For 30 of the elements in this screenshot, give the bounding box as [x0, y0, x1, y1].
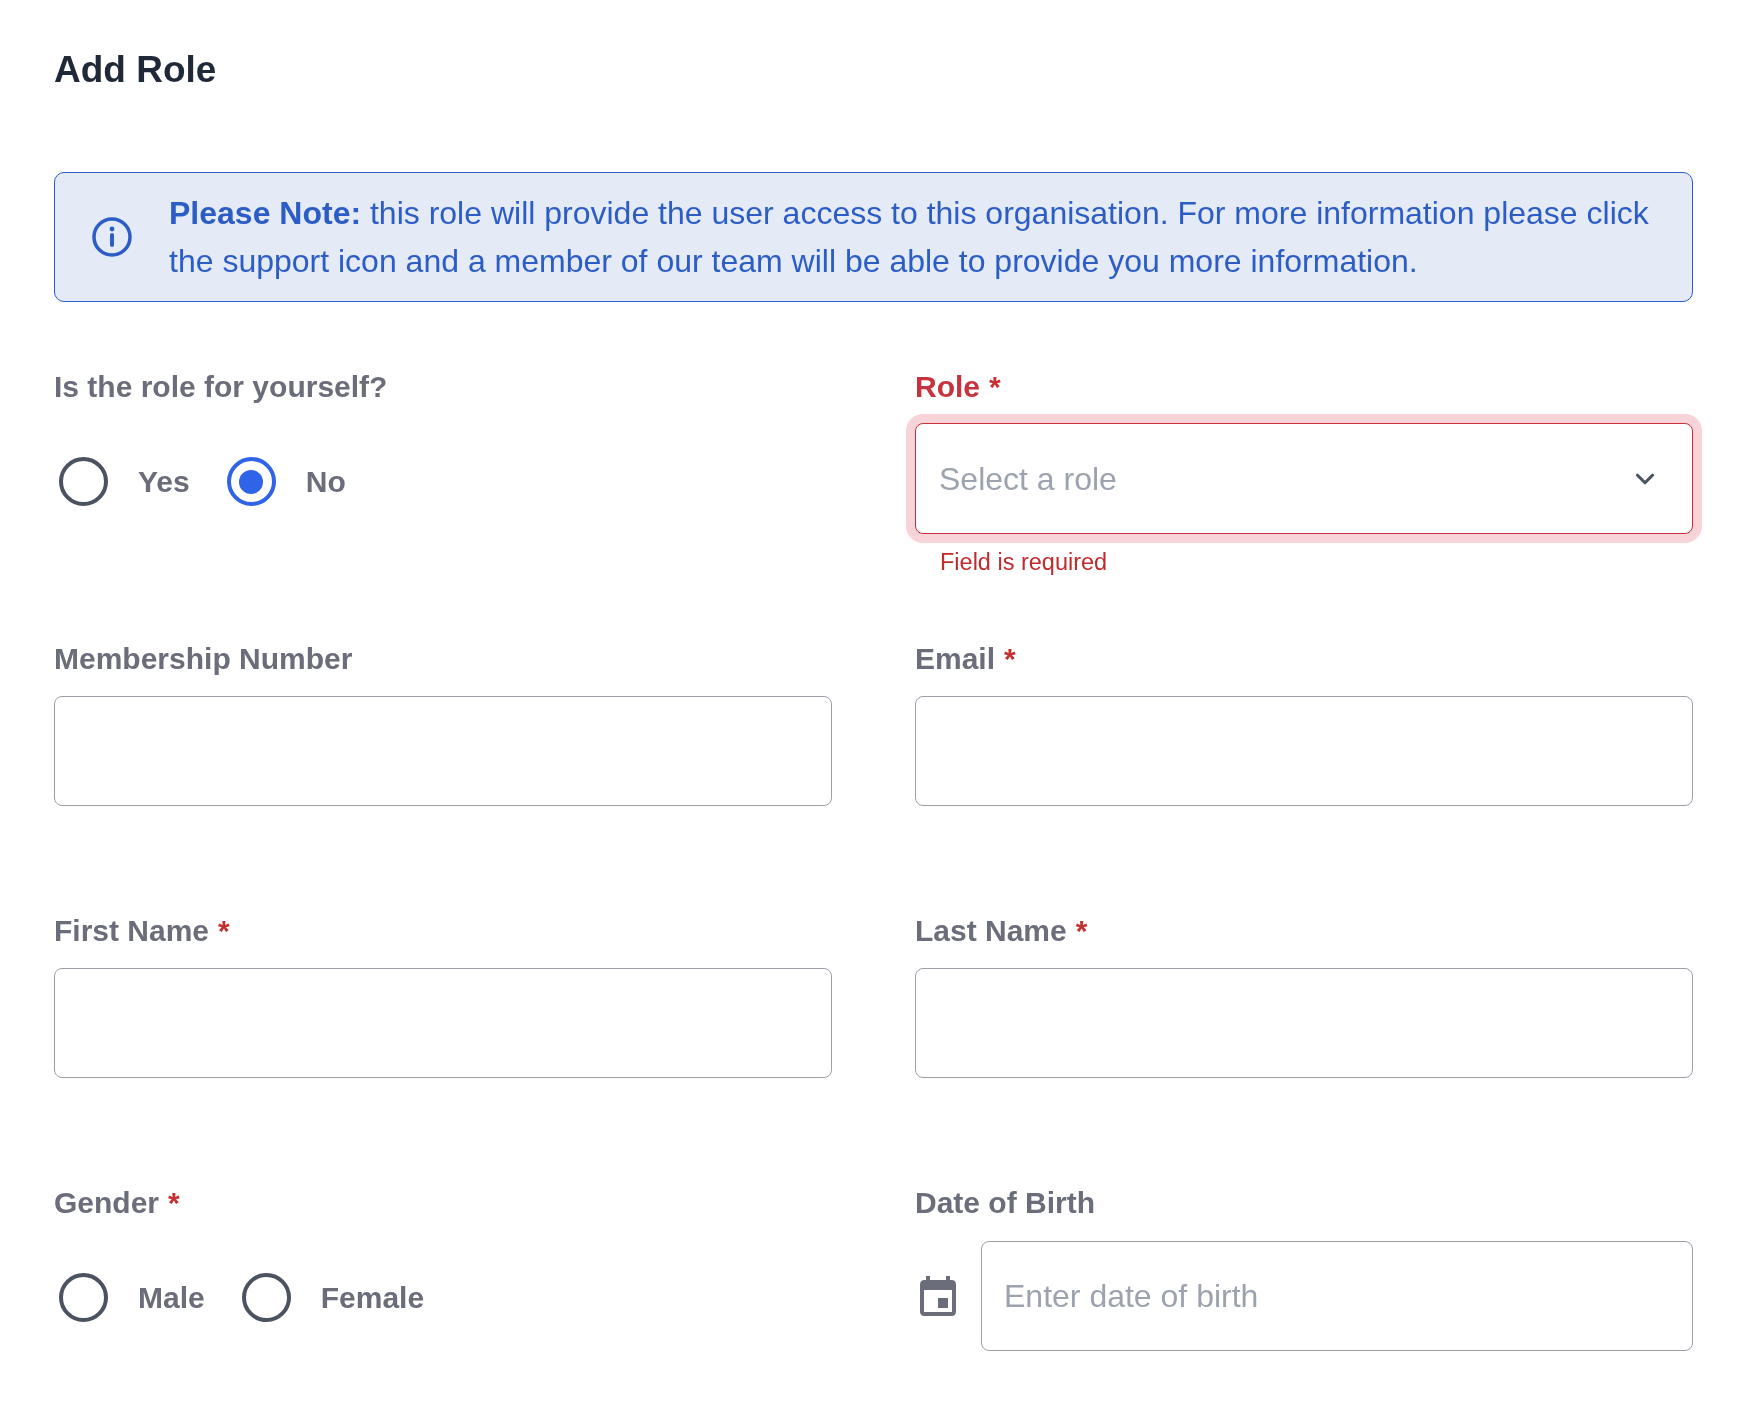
field-label: Is the role for yourself? — [54, 369, 388, 405]
radio-button[interactable] — [241, 1273, 291, 1322]
field-label: Role — [915, 369, 980, 405]
note-text: Please Note: this role will provide the user access to this organisation. For more information please click the support icon and a member of our team will be able to provide you more information. — [169, 194, 1650, 281]
field-label: Membership Number — [54, 641, 353, 677]
field-label: Last Name — [915, 913, 1067, 949]
radio-button[interactable] — [226, 457, 276, 506]
required-mark: * — [989, 369, 1001, 405]
error-message: Field is required — [940, 548, 1109, 576]
radio-label[interactable]: Male — [138, 1279, 205, 1316]
radio-button[interactable] — [59, 457, 108, 506]
input-field[interactable] — [54, 696, 832, 806]
required-mark: * — [1004, 641, 1016, 677]
field-label: Email — [915, 641, 996, 677]
required-mark: * — [218, 913, 230, 949]
radio-button[interactable] — [59, 1273, 108, 1322]
field-label: First Name — [54, 913, 210, 949]
required-mark: * — [1075, 913, 1088, 949]
field-label: Gender — [54, 1185, 160, 1221]
info-icon — [92, 217, 132, 257]
calendar-icon[interactable] — [920, 1276, 956, 1316]
radio-label[interactable]: Female — [320, 1279, 425, 1316]
required-mark: * — [168, 1185, 180, 1221]
field-label: Date of Birth — [915, 1185, 1095, 1221]
radio-label[interactable]: No — [305, 463, 346, 500]
page-title: Add Role — [54, 50, 218, 90]
radio-label[interactable]: Yes — [138, 463, 190, 500]
input-field[interactable] — [915, 696, 1693, 806]
input-field[interactable] — [915, 968, 1693, 1078]
input-field[interactable] — [54, 968, 832, 1078]
